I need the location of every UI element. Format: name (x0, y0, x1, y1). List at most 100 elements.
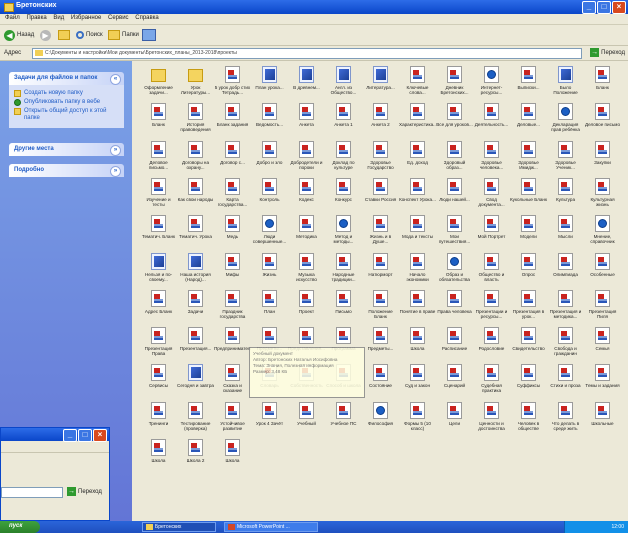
file-item[interactable]: Закупки (584, 140, 621, 178)
file-item[interactable]: Карта государства... (214, 177, 251, 215)
file-item[interactable]: Устойчивое развитие (214, 401, 251, 439)
file-item[interactable]: Выписки... (510, 66, 547, 103)
file-item[interactable]: Олимпиада (547, 252, 584, 290)
file-item[interactable]: История правоведения (177, 103, 214, 140)
back-button[interactable]: ◀ Назад (4, 29, 34, 41)
file-item[interactable]: Тематич. Урока (177, 215, 214, 252)
minimize-button[interactable]: _ (63, 429, 77, 442)
file-item[interactable]: Наша история (Народ)... (177, 252, 214, 290)
file-item[interactable]: Учебное ПС (325, 401, 362, 439)
file-item[interactable]: Изучение и тесты (140, 177, 177, 215)
file-item[interactable]: Родословие (473, 327, 510, 364)
file-item[interactable]: Сегодня и завтра (177, 364, 214, 401)
file-item[interactable]: Анкета 1 (325, 103, 362, 140)
file-item[interactable]: Метод и методы... (325, 215, 362, 252)
file-item[interactable]: Мнение, справочник (584, 215, 621, 252)
file-item[interactable]: Ед. доход (399, 140, 436, 178)
menu-file[interactable]: Файл (5, 15, 20, 21)
expand-icon[interactable]: » (110, 166, 121, 177)
file-item[interactable]: Ставки Россия (362, 177, 399, 215)
file-item[interactable]: Народные традиции... (325, 252, 362, 290)
search-button[interactable]: Поиск (76, 29, 103, 41)
file-item[interactable]: Школа 2 (177, 439, 214, 476)
file-item[interactable]: В древнем... (288, 66, 325, 103)
file-item[interactable]: Праздник государства (214, 289, 251, 327)
background-address-input[interactable] (1, 487, 63, 498)
file-item[interactable]: Семья (584, 327, 621, 364)
file-item[interactable]: Англ. из Общество... (325, 66, 362, 103)
file-item[interactable]: Деловое письмо... (140, 140, 177, 178)
expand-icon[interactable]: » (110, 145, 121, 156)
file-item[interactable]: Презентация Права (140, 327, 177, 364)
views-button[interactable] (142, 29, 156, 41)
file-item[interactable]: Договор с... (214, 140, 251, 178)
menu-edit[interactable]: Правка (26, 15, 46, 21)
file-item[interactable]: Сказка и сказание (214, 364, 251, 401)
file-item[interactable]: Школьные (584, 401, 621, 439)
file-item[interactable]: Урок Литературы... (177, 66, 214, 103)
task-new-folder[interactable]: Создать новую папку (14, 90, 120, 97)
file-item[interactable]: Добро и зло (251, 140, 288, 178)
file-item[interactable]: Сервисы (140, 364, 177, 401)
file-item[interactable]: Характеристика... (399, 103, 436, 140)
file-item[interactable]: Мой Портрет (473, 215, 510, 252)
file-item[interactable]: План урока... (251, 66, 288, 103)
file-item[interactable]: Предметы... (362, 327, 399, 364)
file-item[interactable]: Суффиксы (510, 364, 547, 401)
file-item[interactable]: Письмо (325, 289, 362, 327)
file-item[interactable]: Общество и власть (473, 252, 510, 290)
file-item[interactable]: Здоровый образ... (436, 140, 473, 178)
file-item[interactable]: Ключевые слова... (399, 66, 436, 103)
other-places-header[interactable]: Другие места » (9, 143, 124, 156)
file-item[interactable]: Было Положение (547, 66, 584, 103)
file-item[interactable]: Задачи (177, 289, 214, 327)
file-item[interactable]: Презентация Пиля (584, 289, 621, 327)
file-item[interactable]: Здоровье Ученик... (547, 140, 584, 178)
file-item[interactable]: Сценарий (436, 364, 473, 401)
file-item[interactable]: Люди нашей... (436, 177, 473, 215)
file-item[interactable]: Жизнь (251, 252, 288, 290)
background-go-button[interactable]: → Переход (67, 487, 102, 496)
file-item[interactable]: Кодекс (288, 177, 325, 215)
file-item[interactable]: Презентации и ресурсы... (473, 289, 510, 327)
file-item[interactable]: Судебная практика (473, 364, 510, 401)
file-item[interactable]: Суд и закон (399, 364, 436, 401)
collapse-icon[interactable]: « (110, 74, 121, 85)
file-item[interactable]: Литература... (362, 66, 399, 103)
file-item[interactable]: Культура (547, 177, 584, 215)
go-button[interactable]: → Переход (590, 48, 625, 57)
background-window[interactable]: _ □ × → Переход (0, 427, 110, 521)
file-item[interactable]: Мода и тексты (399, 215, 436, 252)
file-item[interactable]: Как свои народы (177, 177, 214, 215)
menu-view[interactable]: Вид (53, 15, 64, 21)
file-item[interactable]: Человек в обществе (510, 401, 547, 439)
file-item[interactable]: Здоровье Государство (362, 140, 399, 178)
file-item[interactable]: План (251, 289, 288, 327)
file-item[interactable]: Свобода и гражданин (547, 327, 584, 364)
file-item[interactable]: Школа (140, 439, 177, 476)
file-item[interactable]: Дневник Бретонских... (436, 66, 473, 103)
file-item[interactable]: Добродетели и пороки (288, 140, 325, 178)
file-item[interactable]: Деловые... (510, 103, 547, 140)
file-item[interactable]: Состояние (362, 364, 399, 401)
menu-help[interactable]: Справка (135, 15, 159, 21)
file-item[interactable]: Кукольные Бланк (510, 177, 547, 215)
taskbar-item-powerpoint[interactable]: Microsoft PowerPoint ... (224, 522, 318, 532)
file-item[interactable]: Что делать в среде жить (547, 401, 584, 439)
file-item[interactable]: Школа (399, 327, 436, 364)
file-item[interactable]: Декларация прав ребёнка (547, 103, 584, 140)
file-item[interactable]: Договоры на охрану... (177, 140, 214, 178)
file-item[interactable]: Образ и обязательства (436, 252, 473, 290)
file-item[interactable]: Медь (214, 215, 251, 252)
file-item[interactable]: Особенные (584, 252, 621, 290)
file-item[interactable]: Философия (362, 401, 399, 439)
file-item[interactable]: Проект (288, 289, 325, 327)
maximize-button[interactable]: □ (78, 429, 92, 442)
title-bar[interactable]: Бретонских _ □ × (0, 0, 628, 14)
file-item[interactable]: Стихи и проза (547, 364, 584, 401)
task-share-folder[interactable]: Открыть общий доступ к этой папке (14, 108, 120, 122)
file-item[interactable]: Цели (436, 401, 473, 439)
file-item[interactable]: Презентация... (177, 327, 214, 364)
file-item[interactable]: Жизнь и в Душе... (362, 215, 399, 252)
folders-button[interactable]: Папки (108, 29, 139, 41)
